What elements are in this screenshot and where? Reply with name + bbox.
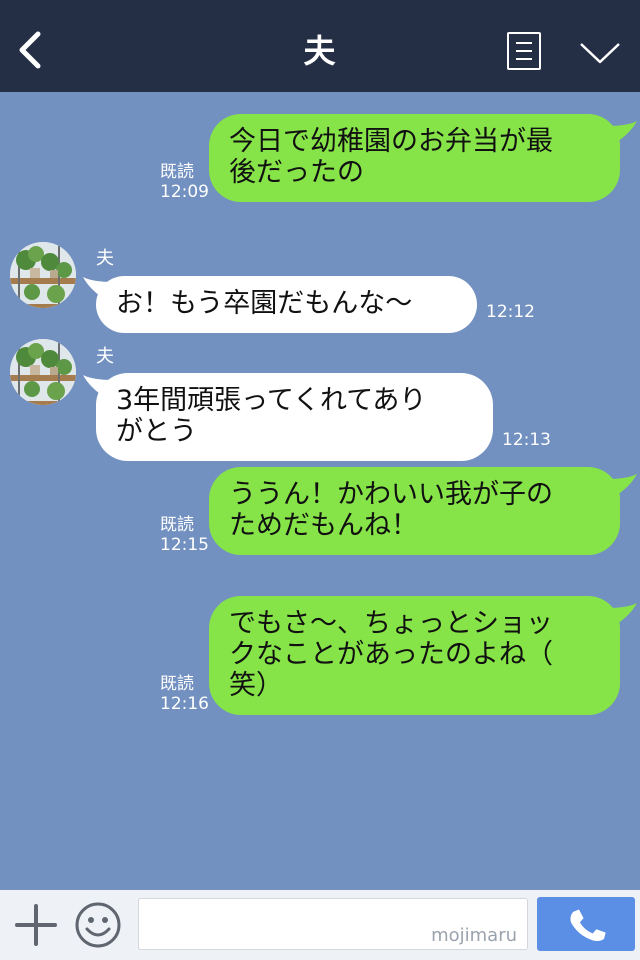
smile-icon[interactable]: [74, 901, 122, 949]
phone-icon: [570, 909, 606, 941]
message-meta: 既読 12:09: [160, 162, 209, 202]
read-receipt: 既読: [160, 515, 194, 535]
read-receipt: 既読: [160, 674, 194, 694]
message-bubble[interactable]: 今日で幼稚園のお弁当が最 後だったの: [209, 114, 620, 202]
bubble-tail: [606, 474, 637, 497]
chevron-down-icon[interactable]: [578, 40, 622, 66]
sender-name: 夫: [96, 248, 114, 269]
chat-header: 夫: [0, 0, 640, 92]
message-meta: 既読 12:16: [160, 674, 209, 714]
message-bubble[interactable]: ううん！かわいい我が子の ためだもんね！: [209, 467, 620, 555]
timestamp: 12:09: [160, 182, 209, 202]
message-input[interactable]: mojimaru: [138, 898, 528, 950]
sender-name: 夫: [96, 346, 114, 367]
timestamp: 12:12: [486, 302, 535, 322]
timestamp: 12:15: [160, 535, 209, 555]
plus-icon[interactable]: [14, 903, 58, 947]
message-bubble[interactable]: お！もう卒園だもんな〜: [96, 276, 477, 333]
avatar[interactable]: [10, 242, 76, 308]
message-meta: 既読 12:15: [160, 515, 209, 555]
call-button[interactable]: [537, 897, 635, 951]
message-bubble[interactable]: 3年間頑張ってくれてあり がとう: [96, 373, 493, 461]
timestamp: 12:13: [502, 430, 551, 450]
read-receipt: 既読: [160, 162, 194, 182]
chat-title: 夫: [303, 32, 337, 70]
watermark: mojimaru: [431, 925, 517, 946]
message-bubble[interactable]: でもさ〜、ちょっとショッ クなことがあったのよね（ 笑）: [209, 596, 620, 715]
bubble-tail: [606, 121, 637, 144]
bubble-tail: [606, 603, 637, 626]
avatar[interactable]: [10, 339, 76, 405]
notes-icon[interactable]: [507, 32, 541, 70]
timestamp: 12:16: [160, 694, 209, 714]
